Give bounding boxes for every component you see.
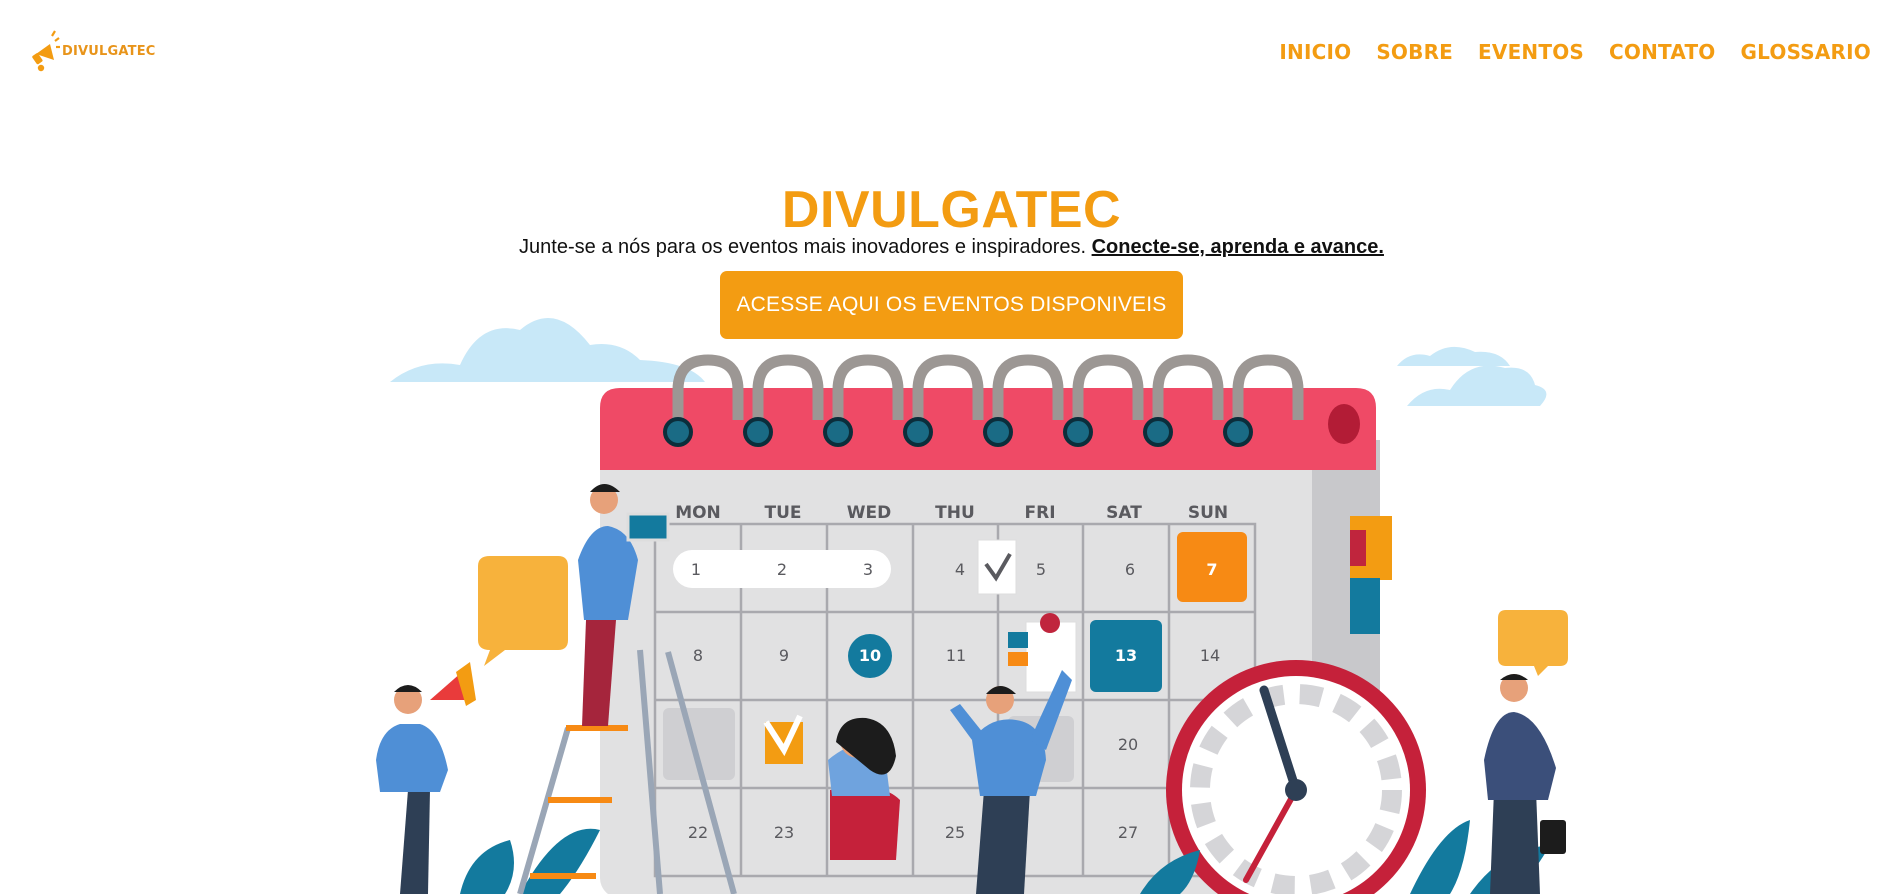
weekday-mon: MON: [675, 503, 721, 523]
day-2: 2: [777, 560, 787, 579]
speech-bubble-left: [478, 556, 568, 666]
hero-subtitle-emphasis[interactable]: Conecte-se, aprenda e avance.: [1092, 236, 1384, 258]
megaphone-icon: [32, 30, 60, 72]
day-22: 22: [688, 823, 708, 842]
events-cta-button[interactable]: ACESSE AQUI OS EVENTOS DISPONIVEIS: [720, 271, 1183, 339]
weekday-sun: SUN: [1188, 503, 1228, 523]
site-header: DIVULGATEC INICIO SOBRE EVENTOS CONTATO …: [0, 0, 1893, 100]
nav-item-contato[interactable]: CONTATO: [1609, 40, 1715, 64]
logo-text: DIVULGATEC: [62, 43, 156, 59]
day-11: 11: [946, 646, 966, 665]
weekday-tue: TUE: [764, 503, 801, 523]
day-14: 14: [1200, 646, 1220, 665]
day-1: 1: [691, 560, 701, 579]
nav-item-eventos[interactable]: EVENTOS: [1478, 40, 1584, 64]
weekday-sat: SAT: [1106, 503, 1142, 523]
day-4: 4: [955, 560, 965, 579]
day-13: 13: [1115, 646, 1137, 665]
hero-subtitle-text: Junte-se a nós para os eventos mais inov…: [519, 236, 1092, 258]
day-3: 3: [863, 560, 873, 579]
day-7: 7: [1206, 560, 1217, 579]
day-20: 20: [1118, 735, 1138, 754]
person-businessman: [1484, 674, 1566, 894]
day-23: 23: [774, 823, 794, 842]
weekday-wed: WED: [847, 503, 891, 523]
day-25: 25: [945, 823, 965, 842]
nav-item-sobre[interactable]: SOBRE: [1376, 40, 1453, 64]
logo[interactable]: DIVULGATEC: [32, 30, 156, 72]
nav-item-glossario[interactable]: GLOSSARIO: [1741, 40, 1871, 64]
speech-bubble-right: [1498, 610, 1568, 676]
calendar-illustration: MON TUE WED THU FRI SAT SUN 1 2 3 4 5 6 …: [0, 290, 1893, 894]
nav-item-inicio[interactable]: INICIO: [1279, 40, 1351, 64]
calendar-illustration-svg: MON TUE WED THU FRI SAT SUN 1 2 3 4 5 6 …: [376, 318, 1568, 894]
day-8: 8: [693, 646, 703, 665]
person-megaphone: [376, 662, 476, 894]
hero-title: DIVULGATEC: [781, 181, 1122, 239]
weekday-fri: FRI: [1024, 503, 1055, 523]
day-5: 5: [1036, 560, 1046, 579]
day-10: 10: [859, 646, 881, 665]
hero-subtitle: Junte-se a nós para os eventos mais inov…: [0, 236, 1893, 259]
day-27: 27: [1118, 823, 1138, 842]
main-nav: INICIO SOBRE EVENTOS CONTATO GLOSSARIO: [1254, 40, 1871, 64]
day-9: 9: [779, 646, 789, 665]
weekday-thu: THU: [935, 503, 975, 523]
day-6: 6: [1125, 560, 1135, 579]
